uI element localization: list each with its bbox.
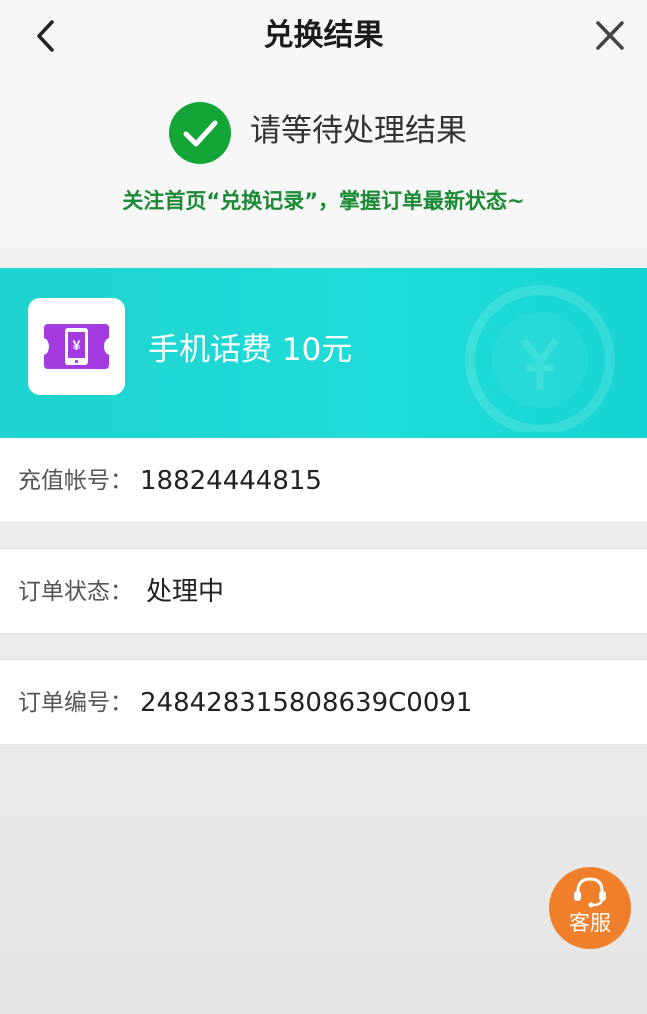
customer-service-button[interactable]: 客服	[549, 867, 631, 949]
order-status-value: 处理中	[146, 577, 225, 607]
order-status-label: 订单状态：	[18, 579, 133, 605]
account-value: 18824444815	[140, 466, 322, 496]
account-row: 充值帐号： 18824444815	[0, 438, 647, 523]
status-tip: 关注首页“兑换记录”，掌握订单最新状态~	[122, 189, 525, 213]
product-name: 手机话费 10元	[148, 332, 353, 368]
check-circle-icon	[169, 102, 231, 164]
product-card: ¥ 手机话费 10元	[0, 268, 647, 438]
order-number-label: 订单编号：	[18, 690, 133, 716]
customer-service-label: 客服	[569, 911, 611, 935]
exchange-result-page: 兑换结果 请等待处理结果 关注首页“兑换记录”，掌握订单最新状态~ ¥ 手机话费…	[0, 0, 647, 1014]
close-button[interactable]	[590, 14, 630, 58]
result-header-section: 兑换结果 请等待处理结果 关注首页“兑换记录”，掌握订单最新状态~	[0, 0, 647, 248]
phone-recharge-icon: ¥	[44, 324, 109, 369]
order-number-row: 订单编号： 248428315808639C0091	[0, 659, 647, 745]
watermark-icon	[465, 285, 615, 432]
close-icon	[596, 21, 624, 50]
account-label: 充值帐号：	[18, 468, 133, 494]
page-title: 兑换结果	[263, 18, 384, 53]
order-number-value: 248428315808639C0091	[140, 688, 473, 718]
order-status-row: 订单状态： 处理中	[0, 548, 647, 634]
status-title: 请等待处理结果	[250, 113, 467, 149]
svg-text:¥: ¥	[73, 337, 81, 353]
product-icon-box: ¥	[28, 298, 125, 395]
